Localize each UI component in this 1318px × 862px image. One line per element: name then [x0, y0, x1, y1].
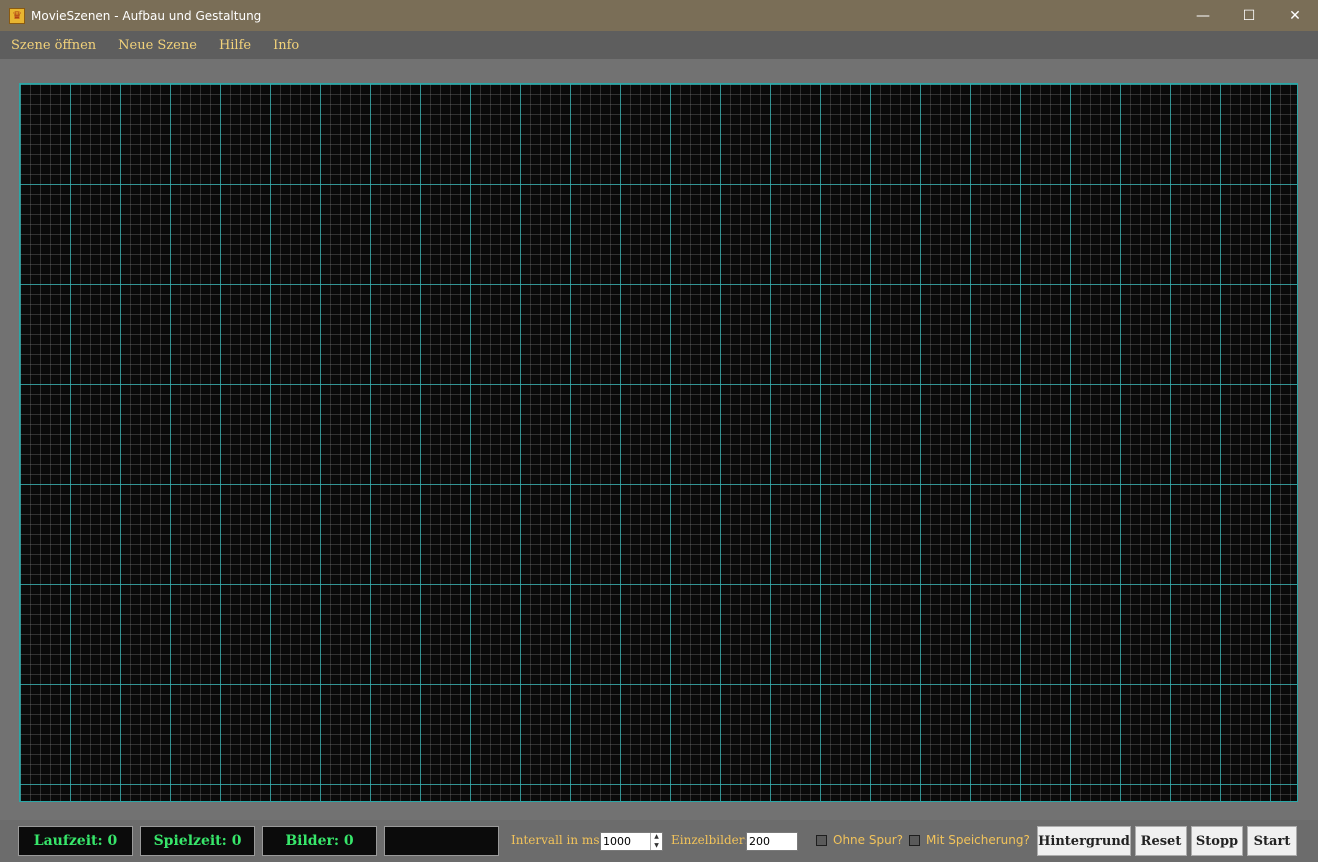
window-controls: — ☐ ✕ — [1180, 0, 1318, 31]
minimize-button[interactable]: — — [1180, 0, 1226, 31]
scene-canvas[interactable] — [19, 83, 1298, 802]
stepper-up-icon[interactable]: ▲ — [651, 833, 662, 842]
intervall-stepper[interactable]: ▲ ▼ — [600, 832, 663, 851]
window-title: MovieSzenen - Aufbau und Gestaltung — [31, 8, 262, 23]
control-bar: Laufzeit: 0 Spielzeit: 0 Bilder: 0 Inter… — [0, 820, 1318, 862]
app-window: ♛ MovieSzenen - Aufbau und Gestaltung — … — [0, 0, 1318, 862]
extra-display — [384, 826, 499, 856]
intervall-input[interactable] — [601, 833, 653, 850]
mit-speicherung-label: Mit Speicherung? — [926, 833, 1030, 847]
maximize-button[interactable]: ☐ — [1226, 0, 1272, 31]
ohne-spur-label: Ohne Spur? — [833, 833, 903, 847]
menu-hilfe[interactable]: Hilfe — [208, 38, 262, 53]
menu-szene-oeffnen[interactable]: Szene öffnen — [0, 38, 107, 53]
stopp-button[interactable]: Stopp — [1191, 826, 1243, 856]
ohne-spur-checkbox[interactable] — [816, 835, 827, 846]
title-bar: ♛ MovieSzenen - Aufbau und Gestaltung — … — [0, 0, 1318, 31]
app-scene-icon: ♛ — [9, 7, 25, 24]
spielzeit-display: Spielzeit: 0 — [140, 826, 255, 856]
einzelbilder-label: Einzelbilder: — [671, 833, 749, 847]
hintergrund-button[interactable]: Hintergrund — [1037, 826, 1131, 856]
menu-info[interactable]: Info — [262, 38, 310, 53]
stepper-arrows[interactable]: ▲ ▼ — [650, 833, 662, 850]
intervall-label: Intervall in ms: — [511, 833, 604, 847]
menu-bar: Szene öffnen Neue Szene Hilfe Info — [0, 31, 1318, 59]
close-button[interactable]: ✕ — [1272, 0, 1318, 31]
einzelbilder-input[interactable] — [746, 832, 798, 851]
reset-button[interactable]: Reset — [1135, 826, 1187, 856]
laufzeit-display: Laufzeit: 0 — [18, 826, 133, 856]
menu-neue-szene[interactable]: Neue Szene — [107, 38, 208, 53]
mit-speicherung-checkbox[interactable] — [909, 835, 920, 846]
bilder-display: Bilder: 0 — [262, 826, 377, 856]
start-button[interactable]: Start — [1247, 826, 1297, 856]
stepper-down-icon[interactable]: ▼ — [651, 842, 662, 851]
